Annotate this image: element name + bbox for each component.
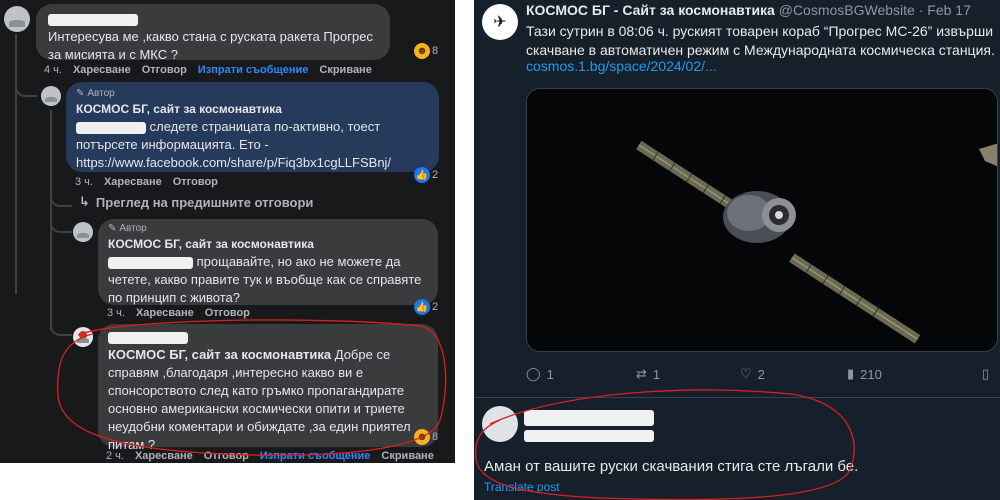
- like-button[interactable]: Харесване: [104, 176, 162, 188]
- author-badge: ✎ Автор: [108, 223, 428, 235]
- timestamp[interactable]: 3 ч.: [75, 176, 93, 188]
- like-icon: 👍: [414, 299, 430, 315]
- comment-text: Интересува ме ,какво стана с руската рак…: [48, 29, 373, 62]
- timestamp[interactable]: 3 ч.: [107, 307, 125, 319]
- translate-post-link[interactable]: Translate post: [484, 480, 560, 494]
- avatar[interactable]: ✈: [482, 4, 518, 40]
- hide-button[interactable]: Скриване: [319, 64, 371, 76]
- views-stat[interactable]: ▮ 210: [847, 366, 882, 382]
- reply-text: Аман от вашите руски скачвания стига сте…: [484, 458, 859, 475]
- bookmark-stat[interactable]: ▯: [982, 366, 989, 382]
- repost-icon: ⇄: [636, 366, 647, 381]
- redacted-name: [108, 256, 193, 269]
- author-badge: ✎ Автор: [76, 88, 429, 100]
- post-header: КОСМОС БГ - Сайт за космонавтика @Cosmos…: [526, 2, 971, 18]
- post-link[interactable]: cosmos.1.bg/space/2024/02/...: [526, 58, 717, 74]
- thread-connector: [50, 215, 72, 233]
- thread-connector: [50, 320, 72, 336]
- reaction-count[interactable]: 👍 2: [414, 299, 438, 315]
- thread-connector: [15, 75, 37, 97]
- comment-bubble: Интересува ме ,какво стана с руската рак…: [36, 4, 390, 62]
- author-name[interactable]: КОСМОС БГ, сайт за космонавтика: [108, 235, 428, 253]
- x-post-panel: ✈ КОСМОС БГ - Сайт за космонавтика @Cosm…: [474, 0, 1000, 500]
- reply-link[interactable]: https://www.facebook.com/share/p/Fiq3bx1…: [76, 155, 391, 170]
- send-message-button[interactable]: Изпрати съобщение: [198, 64, 309, 76]
- reply-stat[interactable]: ◯ 1: [526, 366, 554, 382]
- like-button[interactable]: Харесване: [135, 450, 193, 462]
- timestamp[interactable]: 4 ч.: [44, 64, 62, 76]
- view-previous-replies-button[interactable]: ↳ Преглед на предишните отговори: [79, 194, 313, 210]
- like-button[interactable]: Харесване: [73, 64, 131, 76]
- post-text: Тази сутрин в 08:06 ч. руският товарен к…: [526, 23, 995, 58]
- reply-bubble: КОСМОС БГ, сайт за космонавтика Добре се…: [98, 324, 438, 452]
- reply-button[interactable]: Отговор: [204, 450, 249, 462]
- author-name[interactable]: КОСМОС БГ - Сайт за космонавтика: [526, 2, 775, 18]
- bar-chart-icon: ▮: [847, 366, 855, 381]
- reply-actions: 3 ч. Харесване Отговор: [75, 176, 218, 188]
- redacted-handle: [524, 430, 654, 442]
- reply-button[interactable]: Отговор: [205, 307, 250, 319]
- bookmark-icon: ▯: [982, 366, 990, 381]
- redacted-name: [48, 13, 138, 26]
- avatar[interactable]: [73, 222, 93, 242]
- like-icon: 👍: [414, 167, 430, 183]
- redacted-name: [76, 121, 146, 134]
- reply-button[interactable]: Отговор: [173, 176, 218, 188]
- avatar[interactable]: [4, 6, 30, 32]
- like-stat[interactable]: ♡ 2: [740, 366, 765, 382]
- thread-line: [15, 34, 17, 294]
- mentioned-author[interactable]: КОСМОС БГ, сайт за космонавтика: [108, 347, 331, 362]
- reply-arrow-icon: ↳: [79, 194, 90, 209]
- rocket-icon: ✈: [493, 14, 507, 31]
- reply-button[interactable]: Отговор: [142, 64, 187, 76]
- send-message-button[interactable]: Изпрати съобщение: [260, 450, 371, 462]
- reaction-count[interactable]: ☻ 8: [414, 43, 438, 59]
- reaction-count[interactable]: 👍 2: [414, 167, 438, 183]
- comment-icon: ◯: [526, 366, 541, 381]
- reaction-count[interactable]: ☻ 8: [414, 429, 438, 445]
- haha-emoji-icon: ☻: [414, 43, 430, 59]
- haha-emoji-icon: ☻: [414, 429, 430, 445]
- redacted-name: [524, 410, 654, 426]
- avatar[interactable]: [482, 406, 518, 442]
- reply-actions: 3 ч. Харесване Отговор: [107, 307, 250, 319]
- like-button[interactable]: Харесване: [136, 307, 194, 319]
- thread-connector: [50, 195, 72, 207]
- author-name[interactable]: КОСМОС БГ, сайт за космонавтика: [76, 100, 429, 118]
- handle-and-date[interactable]: @CosmosBGWebsite · Feb 17: [779, 2, 971, 18]
- redacted-name: [108, 331, 188, 344]
- timestamp[interactable]: 2 ч.: [106, 450, 124, 462]
- reply-bubble: ✎ Автор КОСМОС БГ, сайт за космонавтика п…: [98, 219, 438, 305]
- reply-text: Добре се справям ,благодаря ,интересно к…: [108, 347, 411, 452]
- reply-actions: 2 ч. Харесване Отговор Изпрати съобщение…: [106, 450, 434, 462]
- post-image[interactable]: [526, 88, 998, 352]
- avatar[interactable]: [73, 327, 93, 347]
- heart-icon: ♡: [740, 366, 752, 381]
- facebook-comments-panel: Интересува ме ,какво стана с руската рак…: [0, 0, 455, 463]
- divider: [474, 397, 1000, 398]
- comment-actions: 4 ч. Харесване Отговор Изпрати съобщение…: [44, 64, 372, 76]
- spacecraft-photo: [527, 89, 997, 351]
- reply-bubble: ✎ Автор КОСМОС БГ, сайт за космонавтика с…: [66, 82, 439, 172]
- repost-stat[interactable]: ⇄ 1: [636, 366, 660, 382]
- hide-button[interactable]: Скриване: [381, 450, 433, 462]
- avatar[interactable]: [41, 86, 61, 106]
